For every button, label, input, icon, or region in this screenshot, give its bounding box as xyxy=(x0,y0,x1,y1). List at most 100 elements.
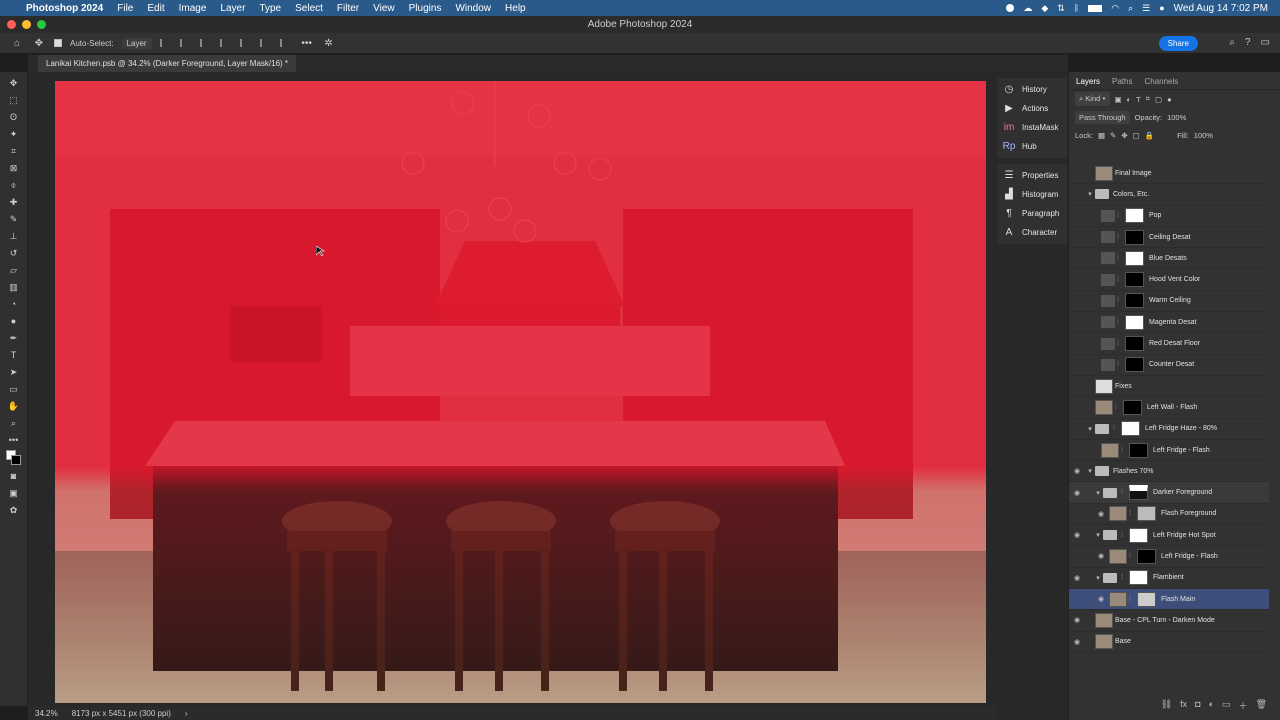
properties-panel-button[interactable]: ☰ Properties xyxy=(997,166,1067,185)
layer-mask-thumbnail[interactable] xyxy=(1137,506,1156,522)
visibility-toggle[interactable]: ◉ xyxy=(1093,510,1109,518)
quick-mask-icon[interactable]: ◙ xyxy=(6,469,22,483)
tab-paths[interactable]: Paths xyxy=(1112,77,1132,86)
layer-mask-thumbnail[interactable] xyxy=(1129,442,1148,458)
add-mask-icon[interactable]: ◘ xyxy=(1195,699,1200,712)
menu-file[interactable]: File xyxy=(117,3,133,14)
fill-field[interactable]: 100% xyxy=(1194,131,1213,140)
layer-row[interactable]: ◉ Base xyxy=(1069,632,1269,653)
lasso-tool-icon[interactable]: ʘ xyxy=(6,110,22,124)
share-button[interactable]: Share xyxy=(1158,36,1198,51)
layer-group-row[interactable]: ◉ ▾ ⁞ Darker Foreground xyxy=(1069,482,1269,504)
dropbox-icon[interactable]: ◆ xyxy=(1041,3,1048,14)
move-tool-icon[interactable]: ✥ xyxy=(32,36,46,50)
layer-mask-thumbnail[interactable] xyxy=(1137,548,1156,564)
app-name-menu[interactable]: Photoshop 2024 xyxy=(26,3,103,14)
filter-type-icon[interactable]: T xyxy=(1136,95,1141,104)
layer-row[interactable]: ⁞ Left Fridge - Flash xyxy=(1069,440,1269,462)
lock-pixels-icon[interactable]: ▦ xyxy=(1098,131,1105,140)
group-expand-icon[interactable]: ▾ xyxy=(1085,425,1095,433)
visibility-toggle[interactable]: ◉ xyxy=(1069,467,1085,475)
layer-mask-thumbnail[interactable] xyxy=(1137,591,1156,607)
record-icon[interactable] xyxy=(1006,4,1015,12)
layer-mask-thumbnail[interactable] xyxy=(1125,293,1144,309)
document-info[interactable]: 8173 px x 5451 px (300 ppi) xyxy=(72,709,171,718)
menu-window[interactable]: Window xyxy=(455,3,491,14)
layer-mask-thumbnail[interactable] xyxy=(1121,421,1140,437)
filter-shape-icon[interactable]: ⌗ xyxy=(1146,94,1150,104)
status-chevron-icon[interactable]: › xyxy=(185,709,188,718)
opacity-field[interactable]: 100% xyxy=(1167,113,1186,122)
group-expand-icon[interactable]: ▾ xyxy=(1085,190,1095,198)
layer-mask-thumbnail[interactable] xyxy=(1125,336,1144,352)
workspace-icon[interactable]: ▭ xyxy=(1261,37,1270,48)
eyedropper-tool-icon[interactable]: ⌽ xyxy=(6,178,22,192)
layer-mask-thumbnail[interactable] xyxy=(1129,485,1148,501)
filter-smart-object-icon[interactable]: ▢ xyxy=(1155,95,1162,104)
type-tool-icon[interactable]: T xyxy=(6,348,22,362)
menu-edit[interactable]: Edit xyxy=(147,3,164,14)
histogram-panel-button[interactable]: ▟ Histogram xyxy=(997,185,1067,204)
gradient-tool-icon[interactable]: ▥ xyxy=(6,280,22,294)
menu-type[interactable]: Type xyxy=(259,3,281,14)
lock-artboard-icon[interactable]: ▢ xyxy=(1133,131,1140,140)
layer-row-selected[interactable]: ◉ ⁞ Flash Main xyxy=(1069,588,1269,611)
layer-row[interactable]: ⁞ Magenta Desat xyxy=(1069,312,1269,334)
eraser-tool-icon[interactable]: ▱ xyxy=(6,263,22,277)
character-panel-button[interactable]: A Character xyxy=(997,223,1067,242)
layer-mask-thumbnail[interactable] xyxy=(1125,272,1144,288)
align-left-icon[interactable] xyxy=(159,39,170,47)
foreground-background-colors[interactable] xyxy=(5,450,22,466)
delete-layer-icon[interactable]: 🗑 xyxy=(1256,699,1267,712)
zoom-window-button[interactable] xyxy=(37,20,46,29)
layer-mask-thumbnail[interactable] xyxy=(1129,527,1148,543)
layer-row[interactable]: ⁞ Left Wall - Flash xyxy=(1069,397,1269,419)
layer-row[interactable]: ⁞ Blue Desats xyxy=(1069,248,1269,270)
layer-group-row[interactable]: ▾ Colors, Etc. xyxy=(1069,184,1269,206)
layer-mask-thumbnail[interactable] xyxy=(1125,229,1144,245)
layer-style-icon[interactable]: fx xyxy=(1180,699,1187,712)
search-icon[interactable]: ⌕ xyxy=(1128,3,1133,14)
paragraph-panel-button[interactable]: ¶ Paragraph xyxy=(997,204,1067,223)
minimize-window-button[interactable] xyxy=(22,20,31,29)
wifi-icon[interactable]: ◠ xyxy=(1111,3,1119,14)
tab-channels[interactable]: Channels xyxy=(1144,77,1178,86)
layer-group-row[interactable]: ◉ ▾ ⁞ Left Fridge Hot Spot xyxy=(1069,525,1269,547)
new-group-icon[interactable]: ▭ xyxy=(1222,699,1231,712)
adjustment-layer-icon[interactable]: ◐ xyxy=(1209,699,1214,712)
layer-row[interactable]: ⁞ Red Desat Floor xyxy=(1069,333,1269,355)
visibility-toggle[interactable]: ◉ xyxy=(1069,574,1085,582)
layer-row[interactable]: ⁞ Counter Desat xyxy=(1069,355,1269,376)
layer-row[interactable]: Fixes xyxy=(1069,376,1269,398)
frame-tool-icon[interactable]: ⊠ xyxy=(6,161,22,175)
background-color[interactable] xyxy=(10,455,21,465)
visibility-toggle[interactable]: ◉ xyxy=(1093,552,1109,560)
history-panel-button[interactable]: ◷ History xyxy=(997,80,1067,99)
layer-row[interactable]: ◉ ⁞ Left Fridge - Flash xyxy=(1069,546,1269,568)
link-layers-icon[interactable]: ⛓ xyxy=(1161,699,1172,712)
more-options-icon[interactable]: ••• xyxy=(300,36,314,50)
siri-icon[interactable]: ● xyxy=(1159,3,1164,13)
align-middle-icon[interactable] xyxy=(259,39,270,47)
canvas-area[interactable] xyxy=(28,72,996,706)
bluetooth-icon[interactable]: ᛒ xyxy=(1074,3,1079,13)
layer-row[interactable]: ⁞ Warm Ceiling xyxy=(1069,291,1269,313)
align-top-icon[interactable] xyxy=(239,39,250,47)
align-right-icon[interactable] xyxy=(199,39,210,47)
close-window-button[interactable] xyxy=(7,20,16,29)
layer-mask-thumbnail[interactable] xyxy=(1125,314,1144,330)
layer-row[interactable]: ⁞ Hood Vent Color xyxy=(1069,269,1269,291)
screen-mode-icon[interactable]: ▣ xyxy=(6,486,22,500)
layer-mask-thumbnail[interactable] xyxy=(1123,399,1142,415)
history-brush-tool-icon[interactable]: ↺ xyxy=(6,246,22,260)
home-icon[interactable]: ⌂ xyxy=(10,36,24,50)
rectangle-tool-icon[interactable]: ▭ xyxy=(6,382,22,396)
visibility-toggle[interactable]: ◉ xyxy=(1069,489,1085,497)
plugin-icon[interactable]: ✿ xyxy=(6,503,22,517)
layer-group-row[interactable]: ◉ ▾ ⁞ Flambient xyxy=(1069,568,1269,589)
control-center-icon[interactable]: ☰ xyxy=(1142,3,1150,14)
battery-icon[interactable] xyxy=(1088,4,1103,12)
visibility-toggle[interactable]: ◉ xyxy=(1069,616,1085,624)
edit-toolbar-icon[interactable]: ••• xyxy=(6,433,22,447)
layer-row[interactable]: ◉ ⁞ Flash Foreground xyxy=(1069,504,1269,526)
